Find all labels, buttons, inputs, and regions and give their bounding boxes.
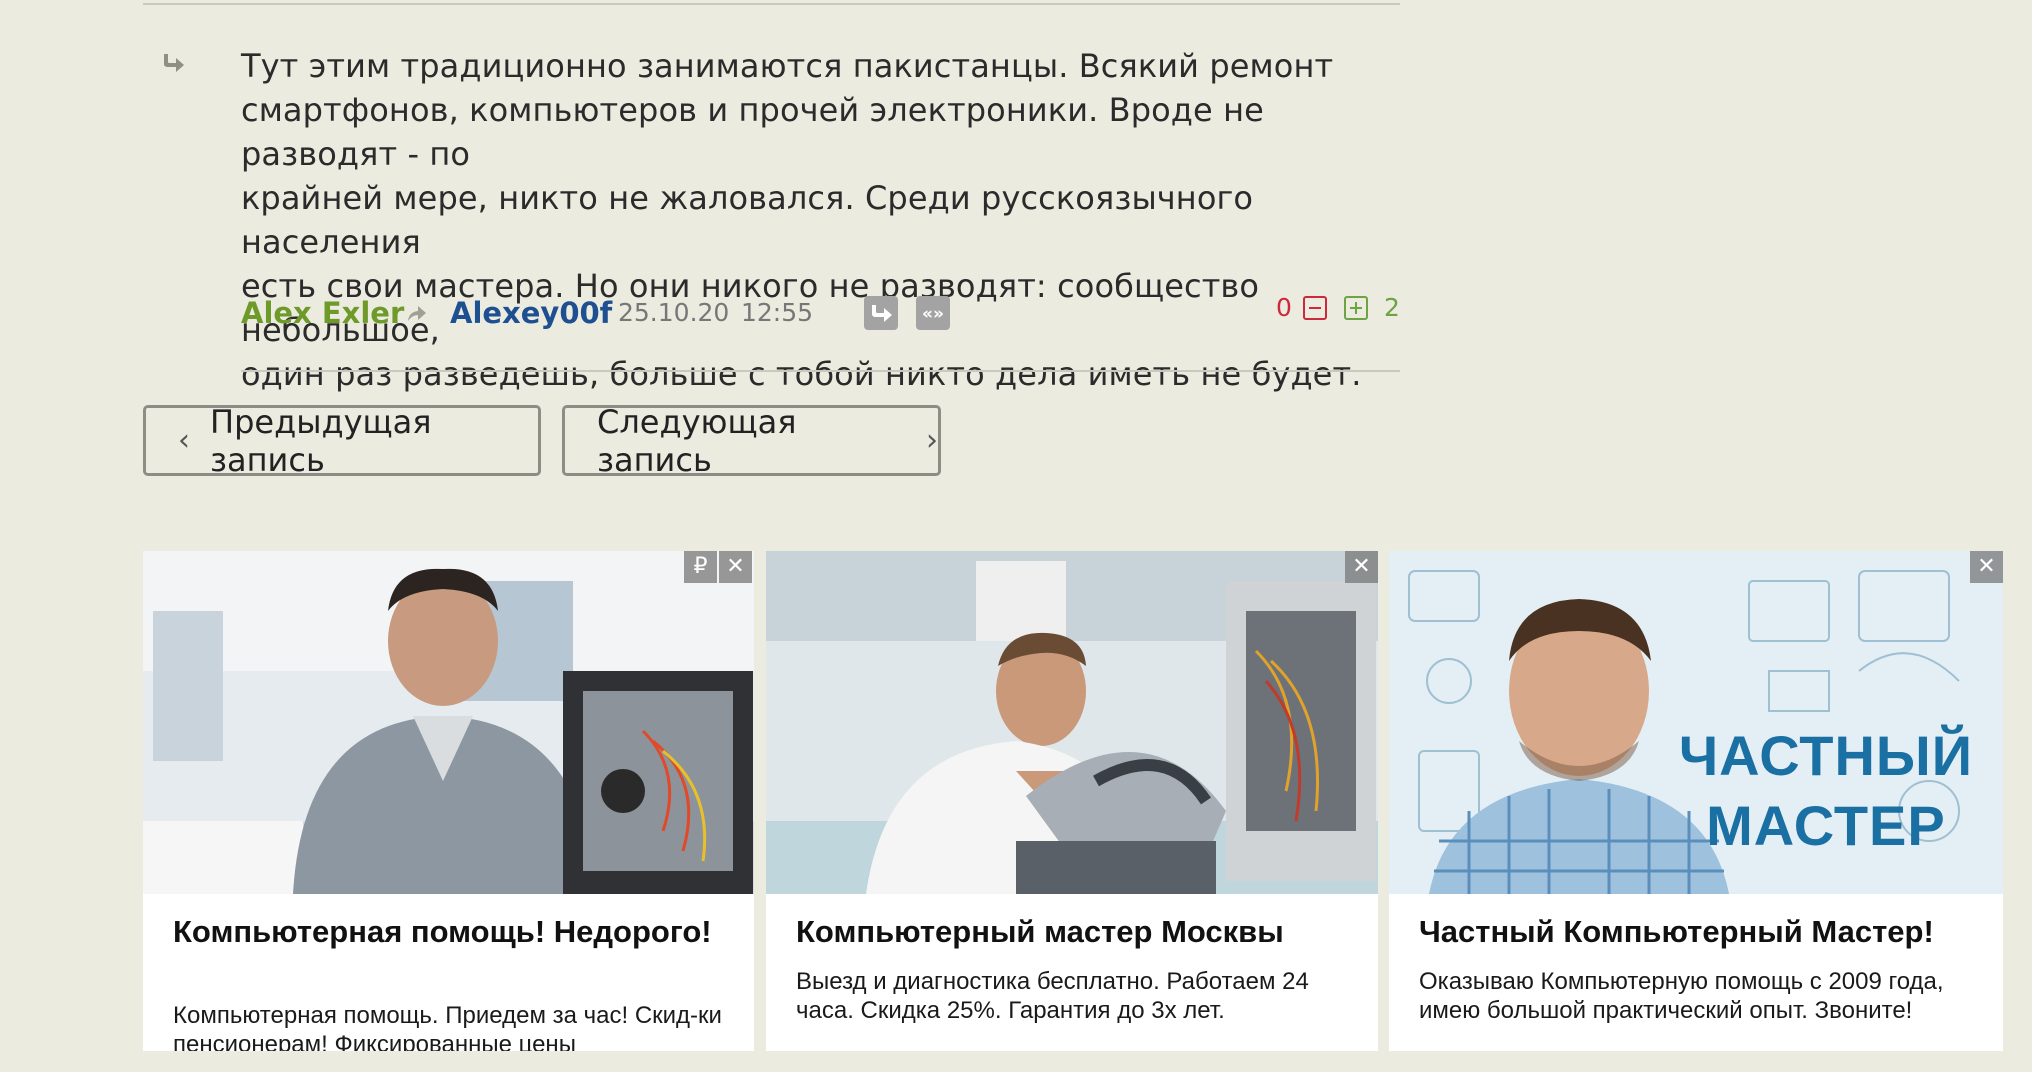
prev-post-button[interactable]: ‹ Предыдущая запись — [143, 402, 541, 479]
close-icon[interactable]: ✕ — [1345, 551, 1378, 583]
ad-image-1 — [143, 551, 754, 894]
ruble-icon[interactable]: ₽ — [684, 551, 717, 583]
next-post-label: Следующая запись — [597, 402, 797, 479]
comment-date: 25.10.20 — [618, 298, 730, 327]
comment-author[interactable]: Alex Exler — [241, 293, 404, 333]
ad-text-3[interactable]: Оказываю Компьютерную помощь с 2009 года… — [1419, 967, 1979, 1025]
score-positive: 2 — [1384, 293, 1400, 322]
close-icon[interactable]: ✕ — [719, 551, 752, 583]
quote-icon: «» — [922, 304, 944, 324]
ad-card-1[interactable]: ₽ ✕ Компьютерная помощь! Недорого! Компь… — [143, 551, 754, 1051]
quote-button[interactable]: «» — [916, 296, 950, 330]
svg-text:«»: «» — [922, 304, 944, 324]
vote-up-button[interactable] — [1344, 296, 1368, 320]
ad-image-2 — [766, 551, 1378, 894]
close-icon[interactable]: ✕ — [1970, 551, 2003, 583]
plus-icon — [1350, 302, 1362, 314]
vote-down-button[interactable] — [1303, 296, 1327, 320]
ad-title-1[interactable]: Компьютерная помощь! Недорого! — [173, 913, 730, 950]
minus-icon — [1309, 307, 1321, 309]
ad-title-3[interactable]: Частный Компьютерный Мастер! — [1419, 913, 1979, 950]
ad-title-2[interactable]: Компьютерный мастер Москвы — [796, 913, 1354, 950]
ad-text-2[interactable]: Выезд и диагностика бесплатно. Работаем … — [796, 967, 1354, 1025]
comment-recipient[interactable]: Alexey00f — [450, 293, 612, 333]
comment-text: Тут этим традиционно занимаются пакистан… — [241, 47, 1362, 393]
chevron-left-icon: ‹ — [178, 423, 190, 458]
reply-icon — [872, 305, 892, 322]
chevron-right-icon: › — [926, 423, 938, 458]
ad-image-headline: ЧАСТНЫЙ МАСТЕР — [1678, 724, 1973, 857]
ad-card-3[interactable]: ЧАСТНЫЙ МАСТЕР ✕ Частный Компьютерный Ма… — [1389, 551, 2003, 1051]
prev-post-label: Предыдущая запись — [210, 402, 432, 479]
reply-arrow-icon — [164, 54, 184, 72]
ad-card-2[interactable]: ✕ Компьютерный мастер Москвы Выезд и диа… — [766, 551, 1378, 1051]
divider-bottom — [241, 370, 1400, 372]
share-arrow-icon — [408, 306, 426, 321]
next-post-button[interactable]: Следующая запись › — [562, 402, 941, 479]
reply-button[interactable] — [864, 296, 898, 330]
score-negative: 0 — [1276, 293, 1292, 322]
ad-text-1[interactable]: Компьютерная помощь. Приедем за час! Ски… — [173, 1001, 730, 1051]
divider-top — [143, 3, 1400, 5]
comment-time: 12:55 — [741, 298, 814, 327]
